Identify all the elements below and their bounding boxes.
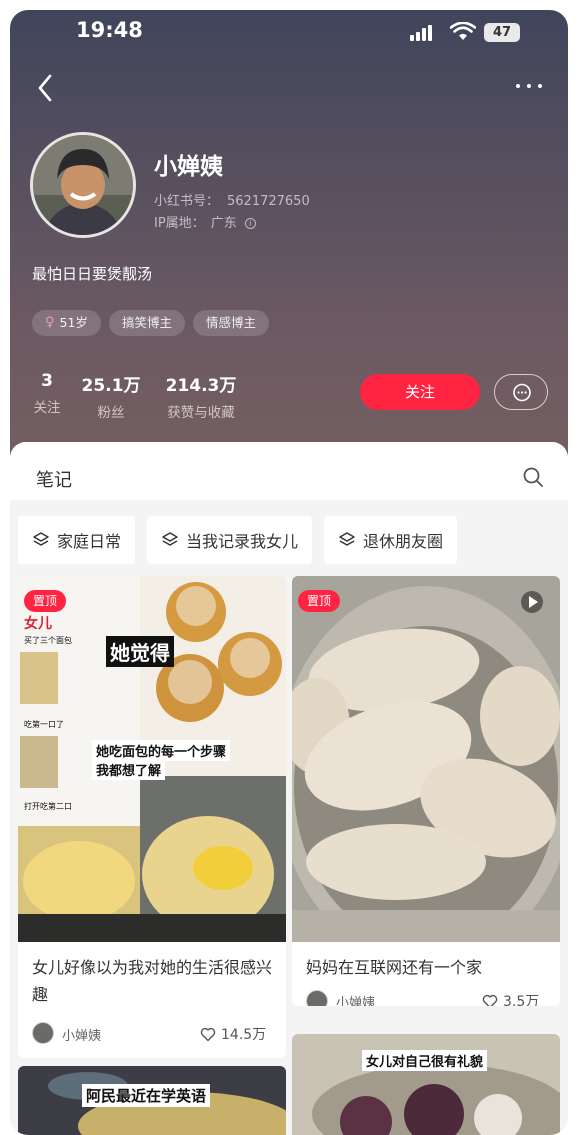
notes-header: 笔记 [10,442,568,500]
red-id: 小红书号： 5621727650 [154,190,310,209]
back-icon[interactable] [32,72,58,104]
more-icon[interactable] [514,80,544,92]
tag-comedy[interactable]: 搞笑博主 [108,310,185,336]
image-caption: 她觉得 [106,636,174,667]
author-avatar [32,1022,54,1044]
collection-family-daily[interactable]: 家庭日常 [18,516,136,564]
image-caption: 女儿 [24,616,52,632]
image-caption: 我都想了解 [92,759,166,780]
tag-emotion[interactable]: 情感博主 [192,310,269,336]
status-bar: 19:48 47 [10,16,568,50]
stat-likes-collects[interactable]: 214.3万 获赞与收藏 [158,371,244,421]
note-card[interactable]: 女儿 买了三个面包 吃第一口了 打开吃第二口 她觉得 她吃面包的每一个步骤 我都… [18,576,286,1058]
notes-section: 笔记 家庭日常 当我记录我女儿 退休朋友圈 女儿 买了三个面包 吃第一口了 打开… [10,442,568,1135]
note-card[interactable]: 阿民最近在学英语 [18,1066,286,1135]
status-time: 19:48 [76,18,143,42]
red-id-label: 小红书号： [154,194,220,209]
collection-daughter[interactable]: 当我记录我女儿 [147,516,313,564]
like-count[interactable]: 3.5万 [482,991,539,1006]
note-title: 妈妈在互联网还有一个家 [306,958,483,977]
message-icon [513,383,531,402]
message-button[interactable] [494,374,548,410]
note-card[interactable]: 置顶 妈妈在互联网还有一个家 小婵姨 3.5万 [292,576,560,1006]
search-icon[interactable] [522,466,544,488]
image-caption: 女儿对自己很有礼貌 [362,1050,488,1071]
profile-bio: 最怕日日要煲靓汤 [32,265,153,283]
stat-followers[interactable]: 25.1万 粉丝 [80,371,142,421]
layers-icon [162,532,178,546]
note-title: 女儿好像以为我对她的生活很感兴趣 [32,958,273,1004]
ip-label: IP属地： [154,216,205,231]
author-avatar [306,990,328,1006]
image-caption: 她吃面包的每一个步骤 [92,740,231,761]
note-card[interactable]: 女儿对自己很有礼貌 [292,1034,560,1135]
layers-icon [339,532,355,546]
stat-following[interactable]: 3 关注 [28,371,66,416]
image-caption: 买了三个面包 [24,636,72,645]
profile-nickname: 小婵姨 [154,154,223,180]
red-id-value: 5621727650 [227,194,310,209]
tag-age: ♀ 51岁 [32,310,101,336]
layers-icon [33,532,49,546]
ip-location: IP属地： 广东 i [154,212,256,231]
heart-icon [200,1027,216,1041]
image-caption: 打开吃第二口 [24,802,72,811]
battery-indicator: 47 [484,23,520,42]
note-cover-image [292,576,560,942]
author-name: 小婵姨 [336,996,376,1006]
pinned-badge: 置顶 [24,590,67,612]
female-icon: ♀ [45,315,55,330]
signal-icon [410,25,432,41]
like-count[interactable]: 14.5万 [200,1024,266,1044]
pinned-badge: 置顶 [298,590,341,612]
info-icon[interactable]: i [244,218,256,229]
author-name: 小婵姨 [62,1029,102,1044]
profile-header: 19:48 47 小婵姨 小红书号： 5621727650 IP属地： 广东 i… [10,10,568,480]
collection-retired-friends[interactable]: 退休朋友圈 [324,516,458,564]
profile-tags: ♀ 51岁 搞笑博主 情感博主 [32,310,269,336]
ip-value: 广东 [210,216,237,231]
follow-button[interactable]: 关注 [360,374,480,410]
wifi-icon [450,22,476,40]
avatar[interactable] [30,132,136,238]
collection-list: 家庭日常 当我记录我女儿 退休朋友圈 [18,516,458,564]
heart-icon [482,994,498,1006]
phone-screen: 19:48 47 小婵姨 小红书号： 5621727650 IP属地： 广东 i… [10,10,568,1135]
image-caption: 阿民最近在学英语 [82,1084,211,1107]
image-caption: 吃第一口了 [24,720,64,729]
tab-notes[interactable]: 笔记 [36,466,72,492]
